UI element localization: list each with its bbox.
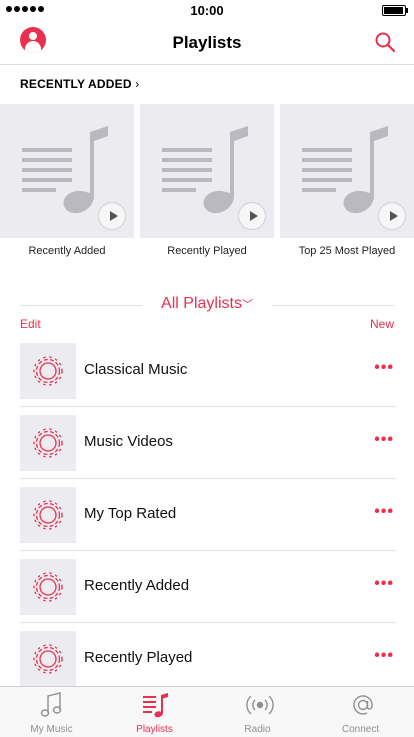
playlist-row[interactable]: My Top Rated ••• [20,487,396,559]
tab-playlists[interactable]: Playlists [103,687,206,737]
smart-playlist-gear-icon [33,572,63,602]
more-options-icon[interactable]: ••• [374,575,394,593]
row-separator [20,478,396,479]
music-note-icon [162,126,248,214]
tab-my-music[interactable]: My Music [0,687,103,737]
music-note-icon [22,126,108,214]
row-separator [20,622,396,623]
new-button[interactable]: New [370,317,394,331]
smart-playlist-gear-icon [33,428,63,458]
tab-label: Radio [244,724,271,735]
row-separator [20,550,396,551]
note-icon [40,692,62,717]
recently-added-header[interactable]: RECENTLY ADDED › [20,77,139,91]
page-title: Playlists [172,33,242,52]
status-bar: 10:00 [0,0,414,20]
tile-label: Top 25 Most Played [298,245,396,257]
smart-playlist-gear-icon [33,356,63,386]
tab-label: Playlists [136,724,173,735]
chevron-down-icon: ﹀ [241,299,253,311]
playlist-tile-recently-added[interactable] [0,104,134,238]
more-options-icon[interactable]: ••• [374,503,394,521]
edit-button[interactable]: Edit [20,317,41,331]
playlist-row[interactable]: Recently Added ••• [20,559,396,631]
search-icon[interactable] [374,31,396,53]
playlist-title: Classical Music [84,361,188,378]
tab-radio[interactable]: Radio [206,687,309,737]
playlist-thumbnail [20,343,76,399]
status-time: 10:00 [190,3,224,18]
chevron-right-icon: › [135,77,140,91]
radio-icon [246,695,274,715]
more-options-icon[interactable]: ••• [374,431,394,449]
playlist-thumbnail [20,631,76,687]
tab-bar: My Music Playlists Radio Connect [0,686,414,737]
tile-label: Recently Played [167,245,247,257]
play-button[interactable] [98,202,126,230]
playlist-tile-recently-played[interactable] [140,104,274,238]
playlist-thumbnail [20,559,76,615]
smart-playlist-gear-icon [33,500,63,530]
playlist-tile-top-25[interactable] [280,104,414,238]
playlist-thumbnail [20,415,76,471]
tile-label: Recently Added [28,245,106,257]
tab-label: My Music [30,724,73,735]
play-button[interactable] [378,202,406,230]
battery-icon [382,5,408,16]
playlist-title: Recently Added [84,577,190,594]
more-options-icon[interactable]: ••• [374,359,394,377]
playlist-title: Music Videos [84,433,173,450]
playlist-row[interactable]: Classical Music ••• [20,343,396,415]
play-button[interactable] [238,202,266,230]
playlist-thumbnail [20,487,76,543]
at-icon [353,695,373,715]
playlist-title: Recently Played [84,649,193,666]
all-playlists-title: All Playlists [161,295,242,312]
tab-connect[interactable]: Connect [309,687,412,737]
playlist-title: My Top Rated [84,505,177,522]
all-playlists-dropdown[interactable]: All Playlists﹀ [0,295,414,313]
music-note-icon [302,126,388,214]
more-options-icon[interactable]: ••• [374,647,394,665]
playlist-icon [143,693,168,718]
tab-label: Connect [341,724,380,735]
row-separator [20,406,396,407]
smart-playlist-gear-icon [33,644,63,674]
section-label: RECENTLY ADDED [20,77,132,91]
navigation-bar: Playlists [0,20,414,65]
playlist-row[interactable]: Music Videos ••• [20,415,396,487]
